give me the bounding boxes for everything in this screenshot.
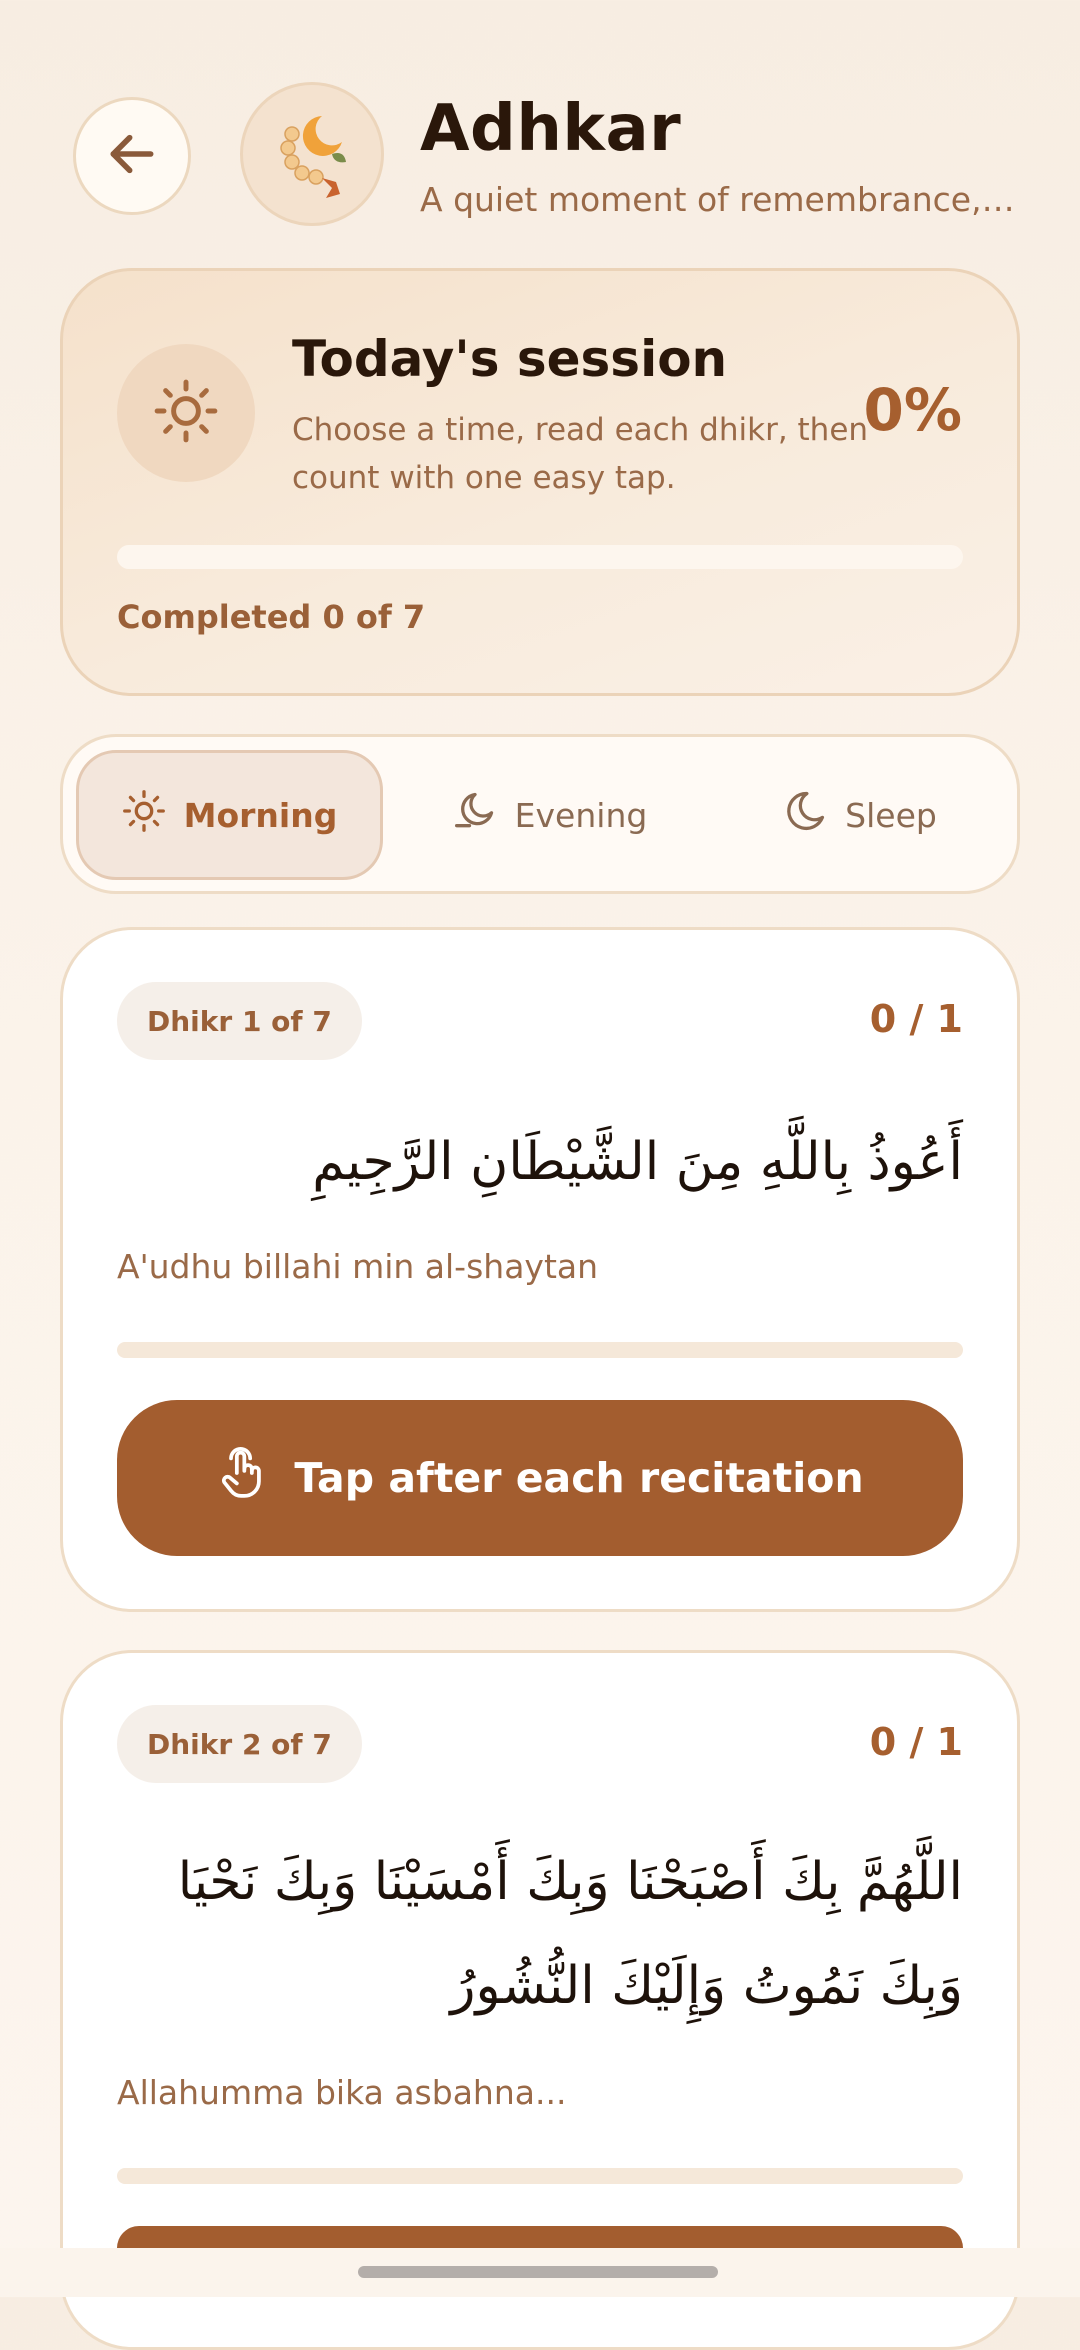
tap-recitation-button[interactable]: Tap after each recitation bbox=[117, 1400, 963, 1556]
app-logo bbox=[240, 82, 384, 226]
crescent-moon-icon bbox=[783, 789, 827, 841]
session-percent: 0% bbox=[863, 376, 962, 444]
tap-recitation-button[interactable] bbox=[117, 2226, 963, 2248]
tab-sleep[interactable]: Sleep bbox=[715, 750, 1005, 880]
page-subtitle: A quiet moment of remembrance, at your o… bbox=[420, 180, 1020, 219]
tab-evening[interactable]: Evening bbox=[400, 750, 700, 880]
dhikr-index-badge: Dhikr 1 of 7 bbox=[117, 982, 362, 1060]
dhikr-progress-bar bbox=[117, 2168, 963, 2184]
session-description: Choose a time, read each dhikr, then cou… bbox=[292, 412, 869, 496]
arrow-left-icon bbox=[104, 126, 160, 186]
session-icon-badge bbox=[117, 344, 255, 482]
dhikr-arabic-text: اللَّهُمَّ بِكَ أَصْبَحْنَا وَبِكَ أَمْس… bbox=[177, 1852, 963, 2016]
tab-label: Morning bbox=[183, 795, 338, 835]
session-completed-count: Completed 0 of 7 bbox=[117, 598, 426, 636]
back-button[interactable] bbox=[73, 97, 191, 215]
moon-sunset-icon bbox=[453, 789, 497, 841]
session-title: Today's session bbox=[292, 330, 728, 388]
sun-icon bbox=[153, 378, 219, 448]
crescent-prayer-beads-icon bbox=[262, 102, 362, 206]
dhikr-counter: 0 / 1 bbox=[869, 1720, 963, 1764]
session-progress-bar bbox=[117, 545, 963, 569]
tab-label: Sleep bbox=[845, 795, 937, 835]
tap-hand-icon bbox=[216, 1445, 266, 1511]
dhikr-transliteration: A'udhu billahi min al-shaytan bbox=[117, 1247, 599, 1286]
dhikr-index-badge: Dhikr 2 of 7 bbox=[117, 1705, 362, 1783]
dhikr-progress-bar bbox=[117, 1342, 963, 1358]
dhikr-transliteration: Allahumma bika asbahna... bbox=[117, 2073, 567, 2112]
sun-icon bbox=[122, 789, 166, 841]
page-title: Adhkar bbox=[420, 92, 682, 166]
tab-label: Evening bbox=[514, 795, 648, 835]
dhikr-counter: 0 / 1 bbox=[869, 997, 963, 1041]
tab-morning[interactable]: Morning bbox=[76, 750, 383, 880]
tap-button-label: Tap after each recitation bbox=[294, 1454, 864, 1502]
home-indicator[interactable] bbox=[358, 2266, 718, 2278]
dhikr-arabic-text: أَعُوذُ بِاللَّهِ مِنَ الشَّيْطَانِ الرَ… bbox=[312, 1132, 963, 1192]
